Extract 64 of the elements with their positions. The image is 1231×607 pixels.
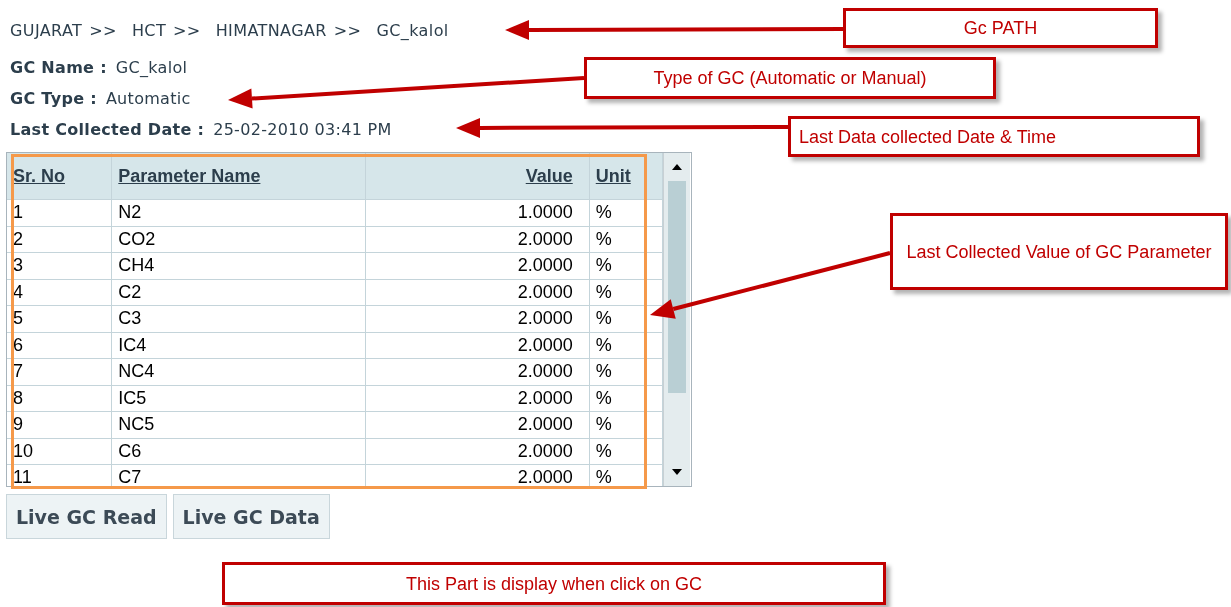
- table-cell: %: [589, 252, 663, 279]
- table-cell: IC5: [111, 385, 366, 412]
- field-label: GC Type :: [10, 88, 97, 108]
- action-button[interactable]: Live GC Data: [172, 494, 330, 539]
- table-cell: NC5: [111, 411, 366, 438]
- table-cell: 1: [7, 199, 112, 226]
- table-cell: 4: [7, 279, 112, 306]
- table-cell: 10: [7, 438, 112, 465]
- table-cell: 2.0000: [365, 438, 590, 465]
- scroll-up-icon[interactable]: [672, 164, 682, 170]
- table-cell: C2: [111, 279, 366, 306]
- table-cell: 2.0000: [365, 252, 590, 279]
- callout-box: Last Collected Value of GC Parameter: [890, 213, 1228, 290]
- breadcrumb-separator: >>: [173, 21, 201, 40]
- callout-box: Gc PATH: [843, 8, 1158, 48]
- table-cell: 2.0000: [365, 411, 590, 438]
- table-cell: 1.0000: [365, 199, 590, 226]
- table-cell: 2.0000: [365, 279, 590, 306]
- table-cell: %: [589, 385, 663, 412]
- table-cell: %: [589, 332, 663, 359]
- table-cell: 2: [7, 226, 112, 253]
- callout-box: Last Data collected Date & Time: [788, 116, 1200, 157]
- table-cell: CH4: [111, 252, 366, 279]
- table-cell: %: [589, 358, 663, 385]
- table-cell: C3: [111, 305, 366, 332]
- field-label: GC Name :: [10, 57, 107, 77]
- table-cell: %: [589, 226, 663, 253]
- breadcrumb-separator: >>: [89, 21, 117, 40]
- breadcrumb-item[interactable]: GUJARAT: [10, 21, 83, 40]
- action-button[interactable]: Live GC Read: [6, 494, 167, 539]
- table-cell: 8: [7, 385, 112, 412]
- field-value: GC_kalol: [115, 57, 188, 77]
- table-cell: %: [589, 199, 663, 226]
- table-cell: %: [589, 279, 663, 306]
- table-cell: 2.0000: [365, 226, 590, 253]
- table-cell: N2: [111, 199, 366, 226]
- table-cell: 6: [7, 332, 112, 359]
- table-cell: %: [589, 438, 663, 465]
- callout-box: Type of GC (Automatic or Manual): [584, 57, 996, 99]
- table-cell: 7: [7, 358, 112, 385]
- table-cell: NC4: [111, 358, 366, 385]
- field-value: Automatic: [105, 88, 191, 108]
- scroll-thumb[interactable]: [668, 181, 686, 393]
- scroll-down-icon[interactable]: [672, 469, 682, 475]
- table-cell: 9: [7, 411, 112, 438]
- field-label: Last Collected Date :: [10, 119, 205, 139]
- table-cell: IC4: [111, 332, 366, 359]
- table-cell: 5: [7, 305, 112, 332]
- table-cell: 2.0000: [365, 385, 590, 412]
- table-cell: 2.0000: [365, 358, 590, 385]
- breadcrumb-item[interactable]: HIMATNAGAR: [215, 21, 327, 40]
- scrollbar[interactable]: [663, 153, 690, 486]
- column-header-link[interactable]: Value: [525, 165, 573, 186]
- table-cell: 2.0000: [365, 305, 590, 332]
- breadcrumb-item[interactable]: GC_kalol: [376, 21, 449, 40]
- callout-box: This Part is display when click on GC: [222, 562, 886, 605]
- table-cell: %: [589, 411, 663, 438]
- table-cell: CO2: [111, 226, 366, 253]
- breadcrumb-item[interactable]: HCT: [131, 21, 167, 40]
- breadcrumb-separator: >>: [333, 21, 362, 40]
- field-value: 25-02-2010 03:41 PM: [213, 119, 392, 139]
- table-cell: 2.0000: [365, 332, 590, 359]
- table-cell: C6: [111, 438, 366, 465]
- table-cell: 3: [7, 252, 112, 279]
